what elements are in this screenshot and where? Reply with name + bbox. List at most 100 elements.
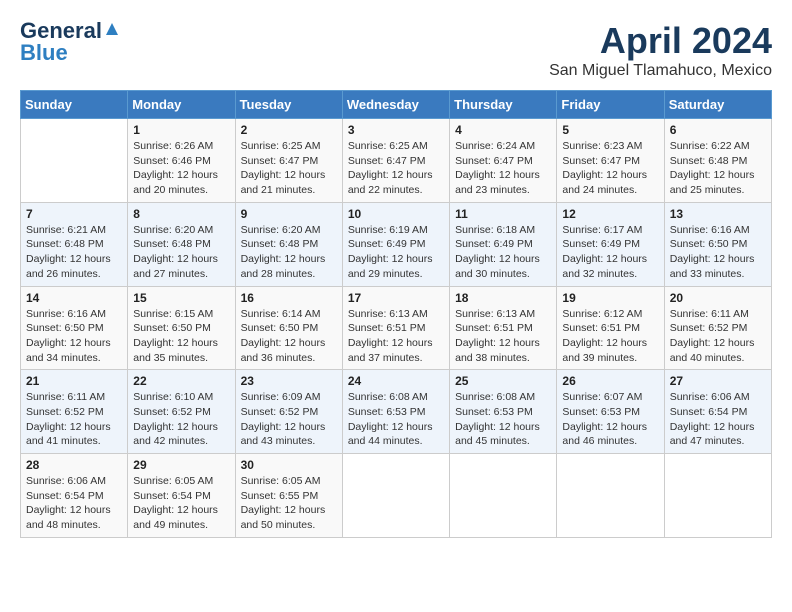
calendar-cell: 6Sunrise: 6:22 AM Sunset: 6:48 PM Daylig… [664, 119, 771, 203]
title-block: April 2024 San Miguel Tlamahuco, Mexico [549, 20, 772, 80]
calendar-table: SundayMondayTuesdayWednesdayThursdayFrid… [20, 90, 772, 538]
calendar-cell: 27 Sunrise: 6:06 AM Sunset: 6:54 PM Dayli… [664, 370, 771, 454]
day-info: Sunrise: 6:15 AM Sunset: 6:50 PM Dayligh… [133, 307, 229, 366]
day-number: 18 [455, 291, 551, 305]
calendar-cell: 2 Sunrise: 6:25 AM Sunset: 6:47 PM Daylig… [235, 119, 342, 203]
day-number: 5 [562, 123, 658, 137]
day-number: 14 [26, 291, 122, 305]
day-number: 8 [133, 207, 229, 221]
calendar-cell: 30 Sunrise: 6:05 AM Sunset: 6:55 PM Dayli… [235, 454, 342, 538]
day-info: Sunrise: 6:20 AM Sunset: 6:48 PM Dayligh… [133, 223, 229, 282]
calendar-cell: 11 Sunrise: 6:18 AM Sunset: 6:49 PM Dayli… [450, 202, 557, 286]
calendar-cell [664, 454, 771, 538]
calendar-cell: 8 Sunrise: 6:20 AM Sunset: 6:48 PM Daylig… [128, 202, 235, 286]
day-info: Sunrise: 6:08 AM Sunset: 6:53 PM Dayligh… [348, 390, 444, 449]
calendar-week-row: 7Sunrise: 6:21 AM Sunset: 6:48 PM Daylig… [21, 202, 772, 286]
day-info: Sunrise: 6:09 AM Sunset: 6:52 PM Dayligh… [241, 390, 337, 449]
day-number: 20 [670, 291, 766, 305]
day-info: Sunrise: 6:13 AM Sunset: 6:51 PM Dayligh… [455, 307, 551, 366]
day-info: Sunrise: 6:10 AM Sunset: 6:52 PM Dayligh… [133, 390, 229, 449]
calendar-week-row: 14Sunrise: 6:16 AM Sunset: 6:50 PM Dayli… [21, 286, 772, 370]
day-number: 17 [348, 291, 444, 305]
calendar-cell: 10 Sunrise: 6:19 AM Sunset: 6:49 PM Dayli… [342, 202, 449, 286]
day-info: Sunrise: 6:11 AM Sunset: 6:52 PM Dayligh… [26, 390, 122, 449]
day-info: Sunrise: 6:11 AM Sunset: 6:52 PM Dayligh… [670, 307, 766, 366]
day-number: 9 [241, 207, 337, 221]
calendar-cell: 24 Sunrise: 6:08 AM Sunset: 6:53 PM Dayli… [342, 370, 449, 454]
day-number: 26 [562, 374, 658, 388]
day-number: 12 [562, 207, 658, 221]
calendar-cell: 22 Sunrise: 6:10 AM Sunset: 6:52 PM Dayli… [128, 370, 235, 454]
calendar-cell: 7Sunrise: 6:21 AM Sunset: 6:48 PM Daylig… [21, 202, 128, 286]
day-number: 30 [241, 458, 337, 472]
day-info: Sunrise: 6:06 AM Sunset: 6:54 PM Dayligh… [26, 474, 122, 533]
calendar-cell: 3Sunrise: 6:25 AM Sunset: 6:47 PM Daylig… [342, 119, 449, 203]
calendar-cell: 12 Sunrise: 6:17 AM Sunset: 6:49 PM Dayli… [557, 202, 664, 286]
day-info: Sunrise: 6:24 AM Sunset: 6:47 PM Dayligh… [455, 139, 551, 198]
day-info: Sunrise: 6:19 AM Sunset: 6:49 PM Dayligh… [348, 223, 444, 282]
calendar-cell [342, 454, 449, 538]
day-number: 16 [241, 291, 337, 305]
day-info: Sunrise: 6:05 AM Sunset: 6:55 PM Dayligh… [241, 474, 337, 533]
weekday-header: Friday [557, 91, 664, 119]
calendar-cell: 28 Sunrise: 6:06 AM Sunset: 6:54 PM Dayli… [21, 454, 128, 538]
calendar-cell: 15Sunrise: 6:15 AM Sunset: 6:50 PM Dayli… [128, 286, 235, 370]
day-info: Sunrise: 6:08 AM Sunset: 6:53 PM Dayligh… [455, 390, 551, 449]
day-info: Sunrise: 6:20 AM Sunset: 6:48 PM Dayligh… [241, 223, 337, 282]
calendar-cell: 14Sunrise: 6:16 AM Sunset: 6:50 PM Dayli… [21, 286, 128, 370]
calendar-cell: 16Sunrise: 6:14 AM Sunset: 6:50 PM Dayli… [235, 286, 342, 370]
day-info: Sunrise: 6:06 AM Sunset: 6:54 PM Dayligh… [670, 390, 766, 449]
day-info: Sunrise: 6:05 AM Sunset: 6:54 PM Dayligh… [133, 474, 229, 533]
day-number: 2 [241, 123, 337, 137]
page-header: General Blue April 2024 San Miguel Tlama… [20, 20, 772, 80]
day-info: Sunrise: 6:22 AM Sunset: 6:48 PM Dayligh… [670, 139, 766, 198]
location-title: San Miguel Tlamahuco, Mexico [549, 62, 772, 80]
calendar-cell: 17 Sunrise: 6:13 AM Sunset: 6:51 PM Dayli… [342, 286, 449, 370]
calendar-cell: 1 Sunrise: 6:26 AM Sunset: 6:46 PM Daylig… [128, 119, 235, 203]
day-number: 1 [133, 123, 229, 137]
day-info: Sunrise: 6:23 AM Sunset: 6:47 PM Dayligh… [562, 139, 658, 198]
day-number: 28 [26, 458, 122, 472]
calendar-cell: 18 Sunrise: 6:13 AM Sunset: 6:51 PM Dayli… [450, 286, 557, 370]
day-number: 25 [455, 374, 551, 388]
logo-icon [104, 21, 120, 37]
day-number: 23 [241, 374, 337, 388]
day-number: 24 [348, 374, 444, 388]
logo-general: General [20, 20, 102, 42]
day-number: 7 [26, 207, 122, 221]
day-number: 27 [670, 374, 766, 388]
calendar-cell: 9 Sunrise: 6:20 AM Sunset: 6:48 PM Daylig… [235, 202, 342, 286]
logo-blue: Blue [20, 42, 68, 64]
calendar-cell: 4 Sunrise: 6:24 AM Sunset: 6:47 PM Daylig… [450, 119, 557, 203]
day-info: Sunrise: 6:13 AM Sunset: 6:51 PM Dayligh… [348, 307, 444, 366]
calendar-header-row: SundayMondayTuesdayWednesdayThursdayFrid… [21, 91, 772, 119]
day-info: Sunrise: 6:12 AM Sunset: 6:51 PM Dayligh… [562, 307, 658, 366]
day-number: 4 [455, 123, 551, 137]
day-number: 29 [133, 458, 229, 472]
calendar-cell [21, 119, 128, 203]
month-title: April 2024 [549, 20, 772, 62]
day-number: 21 [26, 374, 122, 388]
day-info: Sunrise: 6:17 AM Sunset: 6:49 PM Dayligh… [562, 223, 658, 282]
day-info: Sunrise: 6:25 AM Sunset: 6:47 PM Dayligh… [241, 139, 337, 198]
weekday-header: Wednesday [342, 91, 449, 119]
day-number: 13 [670, 207, 766, 221]
day-number: 22 [133, 374, 229, 388]
calendar-week-row: 21 Sunrise: 6:11 AM Sunset: 6:52 PM Dayli… [21, 370, 772, 454]
weekday-header: Thursday [450, 91, 557, 119]
weekday-header: Monday [128, 91, 235, 119]
day-info: Sunrise: 6:16 AM Sunset: 6:50 PM Dayligh… [670, 223, 766, 282]
calendar-cell: 23 Sunrise: 6:09 AM Sunset: 6:52 PM Dayli… [235, 370, 342, 454]
day-number: 11 [455, 207, 551, 221]
weekday-header: Saturday [664, 91, 771, 119]
day-info: Sunrise: 6:26 AM Sunset: 6:46 PM Dayligh… [133, 139, 229, 198]
day-number: 19 [562, 291, 658, 305]
calendar-week-row: 28 Sunrise: 6:06 AM Sunset: 6:54 PM Dayli… [21, 454, 772, 538]
calendar-cell: 25 Sunrise: 6:08 AM Sunset: 6:53 PM Dayli… [450, 370, 557, 454]
logo: General Blue [20, 20, 120, 64]
day-info: Sunrise: 6:18 AM Sunset: 6:49 PM Dayligh… [455, 223, 551, 282]
day-number: 10 [348, 207, 444, 221]
calendar-cell [557, 454, 664, 538]
calendar-week-row: 1 Sunrise: 6:26 AM Sunset: 6:46 PM Daylig… [21, 119, 772, 203]
weekday-header: Sunday [21, 91, 128, 119]
